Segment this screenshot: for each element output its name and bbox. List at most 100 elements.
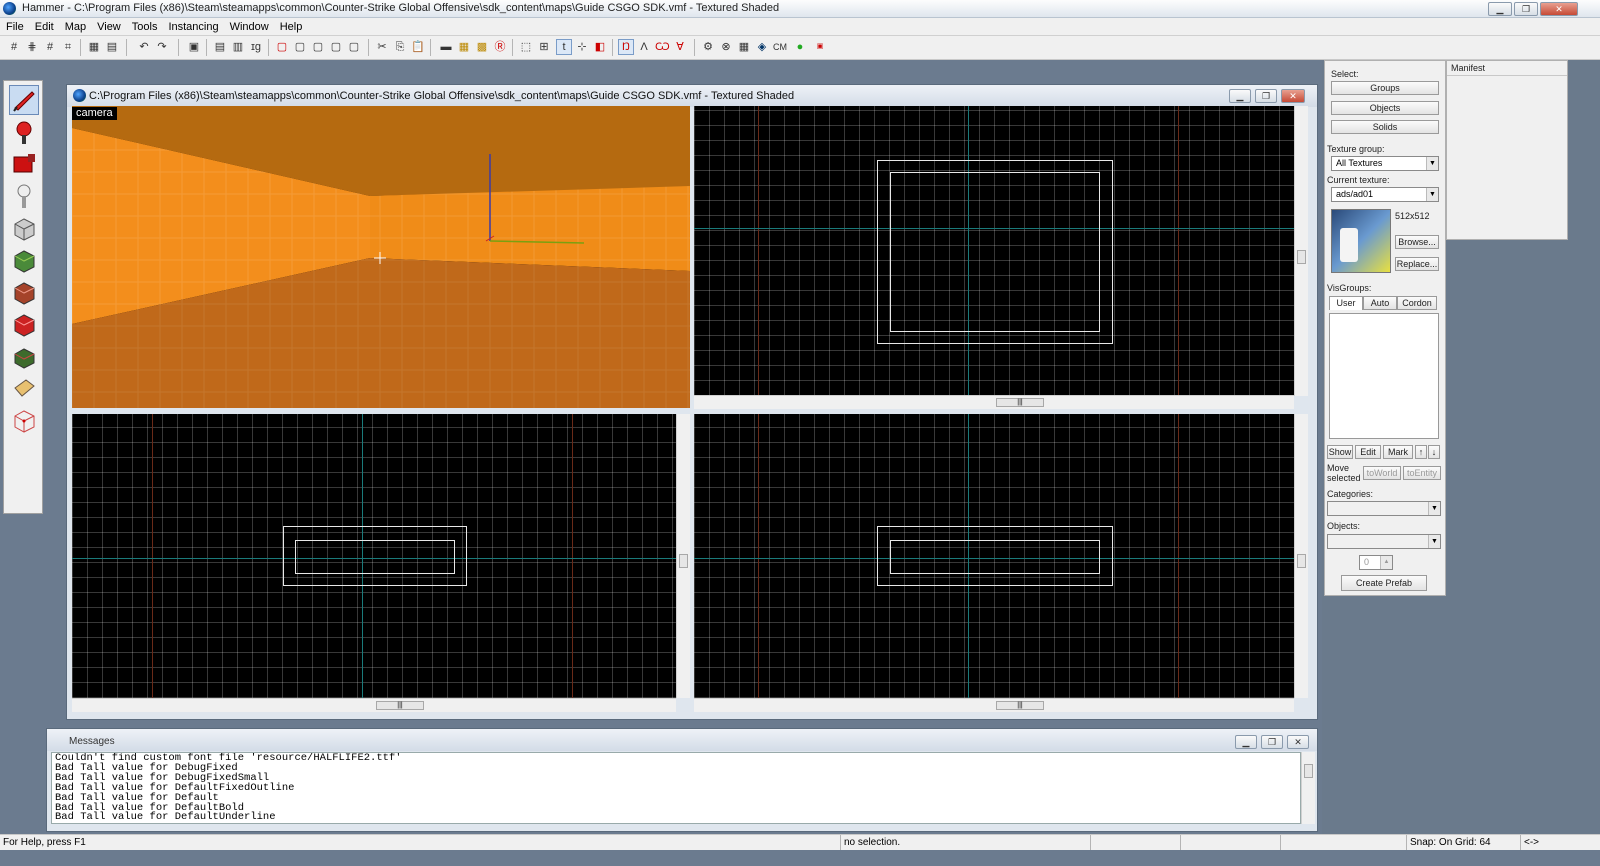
menu-window[interactable]: Window [224,18,274,35]
menu-edit[interactable]: Edit [29,18,59,35]
block-tool-icon[interactable] [9,213,39,243]
prefab-spinner[interactable]: 0 ▲ [1359,555,1393,570]
tab-user[interactable]: User [1329,296,1363,310]
grid-dots-icon[interactable]: ⋕ [24,39,40,55]
messages-log[interactable]: Couldn't find custom font file 'resource… [51,752,1301,824]
menu-file[interactable]: File [0,18,29,35]
side-viewport-vscroll[interactable] [1294,414,1308,698]
browse-button[interactable]: Browse... [1395,235,1439,249]
apply-texture-tool-icon[interactable] [9,277,39,307]
side-viewport-hscroll[interactable]: ||| [694,698,1294,712]
overlay-tool-icon[interactable] [9,341,39,371]
menu-tools[interactable]: Tools [126,18,163,35]
entity-report-icon[interactable]: ⊗ [718,39,734,55]
ungroup-icon[interactable]: ▥ [230,39,246,55]
snap-icon[interactable]: ⊞ [536,39,552,55]
undo-icon[interactable]: ↶ [136,39,152,55]
vertex-icon[interactable]: ◧ [592,39,608,55]
menu-help[interactable]: Help [274,18,308,35]
top-viewport-hscroll[interactable]: ||| [694,395,1294,409]
map-minimize-button[interactable]: ▁ [1229,89,1251,103]
entity-tool-icon[interactable] [9,181,39,211]
messages-minimize-button[interactable]: ▁ [1235,735,1257,749]
grid-larger-icon[interactable]: ⌗ [60,39,76,55]
close-button[interactable]: ✕ [1540,2,1578,16]
grid-smaller-icon[interactable]: # [42,39,58,55]
manifest-icon[interactable]: ◈ [754,39,770,55]
show-hidden-icon[interactable]: ▢ [310,39,326,55]
toggle-entities-icon[interactable]: ▩ [474,39,490,55]
texture-group-select[interactable]: All Textures ▼ [1331,156,1439,171]
check-problems-icon[interactable]: ⚙ [700,39,716,55]
edit-button[interactable]: Edit [1355,445,1381,459]
grid-toggle-icon[interactable]: # [6,39,22,55]
restore-button[interactable]: ❐ [1514,2,1538,16]
cm-button[interactable]: CM [772,39,788,55]
groups-button[interactable]: Groups [1331,81,1439,95]
front-viewport-hscroll[interactable]: ||| [72,698,676,712]
hide-unselected-icon[interactable]: ▢ [292,39,308,55]
clipping-tool-icon[interactable] [9,373,39,403]
menu-view[interactable]: View [91,18,126,35]
group-icon[interactable]: ▤ [212,39,228,55]
solids-button[interactable]: Solids [1331,120,1439,134]
particle-browser-icon[interactable]: Ɐ [672,39,688,55]
objects-select[interactable]: ▼ [1327,534,1441,549]
menu-instancing[interactable]: Instancing [162,18,223,35]
vertex-tool-icon[interactable] [9,405,39,435]
ignore-groups-icon[interactable]: ɪg [248,39,264,55]
front-viewport-vscroll[interactable] [676,414,690,698]
current-texture-select[interactable]: ads/ad01 ▼ [1331,187,1439,202]
tab-auto[interactable]: Auto [1363,296,1397,310]
replace-button[interactable]: Replace... [1395,257,1439,271]
model-browser-icon[interactable]: Ʌ [636,39,652,55]
toggle-models-icon[interactable]: ▦ [456,39,472,55]
arrow-down-icon[interactable]: ↓ [1428,445,1440,459]
map-restore-button[interactable]: ❐ [1255,89,1277,103]
toggle-cordon-icon[interactable]: Ⓡ [492,39,508,55]
paste-icon[interactable]: 📋 [410,39,426,55]
visgroup-icon[interactable]: ▢ [328,39,344,55]
top-viewport-vscroll[interactable] [1294,106,1308,396]
copy-icon[interactable]: ⎘ [392,39,408,55]
visgroups-list[interactable] [1329,313,1439,439]
run-map-icon[interactable]: ● [792,39,808,55]
cut-icon[interactable]: ✂ [374,39,390,55]
create-prefab-button[interactable]: Create Prefab [1341,575,1427,591]
map-close-button[interactable]: ✕ [1281,89,1305,103]
camera-tool-icon[interactable] [9,149,39,179]
tab-cordon[interactable]: Cordon [1397,296,1437,310]
front-2d-viewport[interactable] [72,414,676,698]
to-world-button[interactable]: toWorld [1363,466,1401,480]
minimize-button[interactable]: ▁ [1488,2,1512,16]
to-entity-button[interactable]: toEntity [1403,466,1441,480]
decal-tool-icon[interactable] [9,309,39,339]
texture-preview-image[interactable] [1331,209,1391,273]
sound-browser-icon[interactable]: Ѡ [654,39,670,55]
visgroup-move-icon[interactable]: ▢ [346,39,362,55]
objects-button[interactable]: Objects [1331,101,1439,115]
spinner-arrows-icon[interactable]: ▲ [1380,556,1392,569]
camera-viewport[interactable] [72,106,690,408]
toggle-texture-tool-icon[interactable] [9,245,39,275]
texture-application-icon[interactable]: t [556,39,572,55]
transform-icon[interactable]: ⊹ [574,39,590,55]
arrow-up-icon[interactable]: ↑ [1415,445,1427,459]
selection-tool-icon[interactable] [9,85,39,115]
messages-close-button[interactable]: ✕ [1287,735,1309,749]
carve-icon[interactable]: ▣ [186,39,202,55]
top-2d-viewport[interactable] [694,106,1294,396]
magnify-tool-icon[interactable] [9,117,39,147]
redo-icon[interactable]: ↷ [154,39,170,55]
mark-button[interactable]: Mark [1383,445,1413,459]
show-button[interactable]: Show [1327,445,1353,459]
texture-lock-icon[interactable]: ▦ [86,39,102,55]
hide-selected-icon[interactable]: ▢ [274,39,290,55]
categories-select[interactable]: ▼ [1327,501,1441,516]
texture-scale-lock-icon[interactable]: ▤ [104,39,120,55]
texture-browser-icon[interactable]: Ŋ [618,39,634,55]
menu-map[interactable]: Map [59,18,91,35]
compile-icon[interactable]: ▣ [812,39,828,55]
messages-vscroll[interactable] [1301,752,1315,824]
side-2d-viewport[interactable] [694,414,1294,698]
